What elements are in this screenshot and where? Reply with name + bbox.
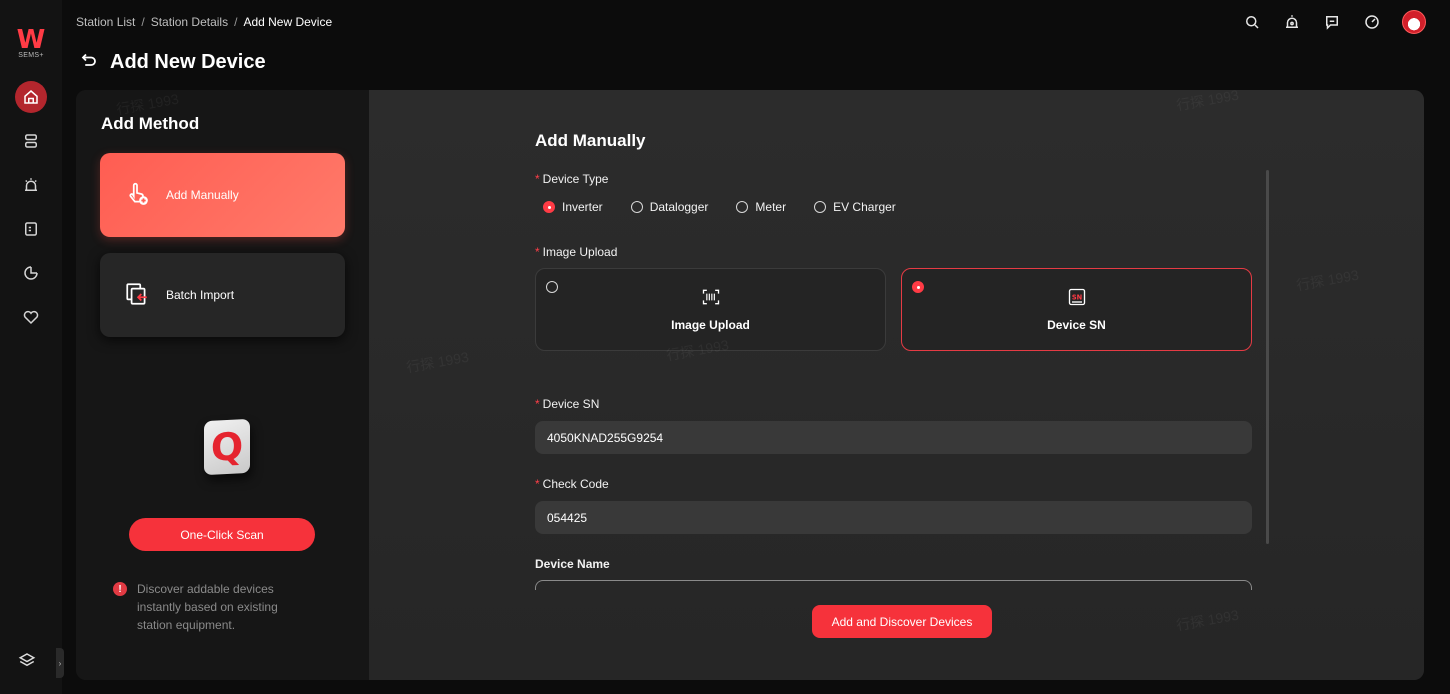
check-code-input[interactable]: 054425 (535, 501, 1252, 534)
breadcrumb-station-details[interactable]: Station Details (151, 15, 228, 29)
form-title: Add Manually (535, 131, 646, 150)
one-click-scan-button[interactable]: One-Click Scan (129, 518, 315, 551)
radio-selected-icon (543, 201, 555, 213)
device-name-label: Device Name (535, 557, 610, 571)
sidebar-nav (15, 81, 47, 333)
page-header: Add New Device (80, 50, 266, 74)
breadcrumb-current: Add New Device (243, 15, 333, 29)
radio-inverter[interactable]: Inverter (543, 200, 603, 214)
logo-text: SEMS+ (18, 52, 44, 59)
sidebar-expand-toggle[interactable]: › (56, 648, 64, 678)
page-title: Add New Device (110, 50, 266, 73)
speed-icon[interactable] (1362, 12, 1382, 32)
logo-mark: W (16, 25, 46, 55)
radio-datalogger[interactable]: Datalogger (630, 200, 708, 214)
scan-illustration-icon: Q (204, 418, 250, 476)
logo[interactable]: W SEMS+ (16, 25, 46, 59)
image-upload-label: * Image Upload (535, 245, 618, 259)
device-sn-label: * Device SN (535, 397, 600, 411)
scan-hint: ! Discover addable devices instantly bas… (113, 580, 313, 634)
sn-icon: SN (1067, 287, 1087, 310)
radio-ev-charger[interactable]: EV Charger (814, 200, 896, 214)
batch-import-label: Batch Import (166, 288, 235, 302)
device-type-radio-group: Inverter Datalogger Meter EV Charger (543, 200, 896, 214)
service-icon[interactable] (15, 301, 47, 333)
report-icon[interactable] (15, 213, 47, 245)
breadcrumb-station-list[interactable]: Station List (76, 15, 135, 29)
check-code-label: * Check Code (535, 477, 609, 491)
add-manually-label: Add Manually (166, 188, 239, 202)
header-toolbar (1242, 10, 1426, 34)
device-name-input[interactable] (535, 580, 1252, 590)
analytics-icon[interactable] (15, 257, 47, 289)
add-manually-card[interactable]: Add Manually (100, 153, 345, 237)
add-method-panel: Add Method Add Manually Batch Import Q O… (76, 90, 369, 680)
image-upload-option-label: Image Upload (671, 318, 750, 332)
batch-import-card[interactable]: Batch Import (100, 253, 345, 337)
device-sn-option[interactable]: SN Device SN (901, 268, 1252, 351)
radio-empty-icon (630, 201, 643, 213)
add-and-discover-button[interactable]: Add and Discover Devices (812, 605, 992, 638)
alarm-icon[interactable] (1282, 12, 1302, 32)
radio-empty-icon (736, 201, 749, 213)
svg-text:SN: SN (1071, 294, 1081, 302)
home-icon[interactable] (15, 81, 47, 113)
alarm-icon[interactable] (15, 169, 47, 201)
devices-icon[interactable] (15, 125, 47, 157)
layers-icon[interactable] (18, 651, 36, 674)
breadcrumb-separator: / (141, 15, 145, 29)
add-manually-form: Add Manually * Device Type Inverter Datal… (369, 90, 1424, 680)
device-sn-option-label: Device SN (1047, 318, 1106, 332)
pointer-add-icon (124, 181, 150, 210)
form-scrollbar[interactable] (1266, 170, 1269, 544)
device-sn-input[interactable]: 4050KNAD255G9254 (535, 421, 1252, 454)
barcode-scan-icon (701, 287, 721, 310)
scan-hint-text: Discover addable devices instantly based… (137, 582, 278, 632)
image-upload-option[interactable]: Image Upload (535, 268, 886, 351)
breadcrumb-separator: / (234, 15, 238, 29)
avatar[interactable] (1402, 10, 1426, 34)
back-icon[interactable] (80, 50, 98, 74)
device-type-label: * Device Type (535, 172, 609, 186)
search-icon[interactable] (1242, 12, 1262, 32)
app-root: W SEMS+ › Station List / Station Details… (0, 0, 1450, 694)
batch-import-icon (124, 281, 150, 310)
info-icon: ! (113, 582, 127, 596)
message-icon[interactable] (1322, 12, 1342, 32)
radio-empty-icon (814, 201, 827, 213)
breadcrumb: Station List / Station Details / Add New… (76, 15, 332, 29)
radio-meter[interactable]: Meter (736, 200, 786, 214)
add-method-title: Add Method (101, 114, 200, 133)
sidebar: W SEMS+ (0, 0, 62, 694)
main-content: Add Method Add Manually Batch Import Q O… (76, 90, 1424, 680)
